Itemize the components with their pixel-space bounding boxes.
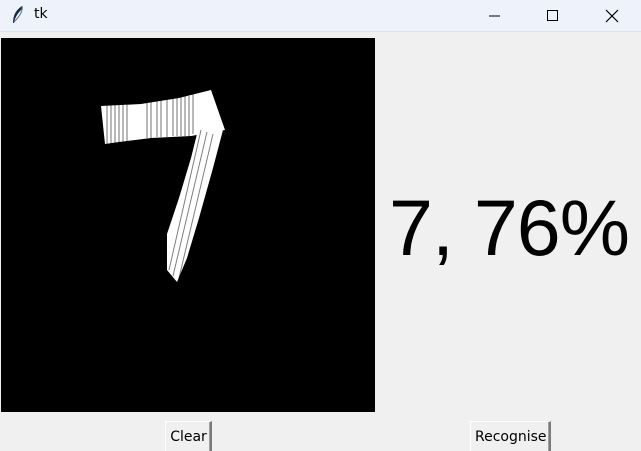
title-bar[interactable]: tk	[0, 0, 641, 32]
minimize-button[interactable]	[466, 0, 524, 31]
feather-icon	[13, 5, 23, 23]
digit-stroke-diagonal	[167, 126, 223, 282]
close-button[interactable]	[583, 0, 641, 31]
drawing-canvas[interactable]	[1, 38, 375, 412]
minimize-icon	[489, 15, 500, 16]
app-window: tk 7, 76% Clear Recognise	[0, 0, 641, 451]
recognise-button[interactable]: Recognise	[470, 421, 551, 451]
close-icon	[605, 9, 619, 22]
window-title: tk	[34, 6, 48, 22]
prediction-label: 7, 76%	[389, 183, 630, 272]
handwritten-digit-drawing	[101, 90, 225, 282]
maximize-icon	[547, 9, 558, 21]
clear-button[interactable]: Clear	[165, 421, 212, 451]
maximize-button[interactable]	[524, 0, 582, 31]
